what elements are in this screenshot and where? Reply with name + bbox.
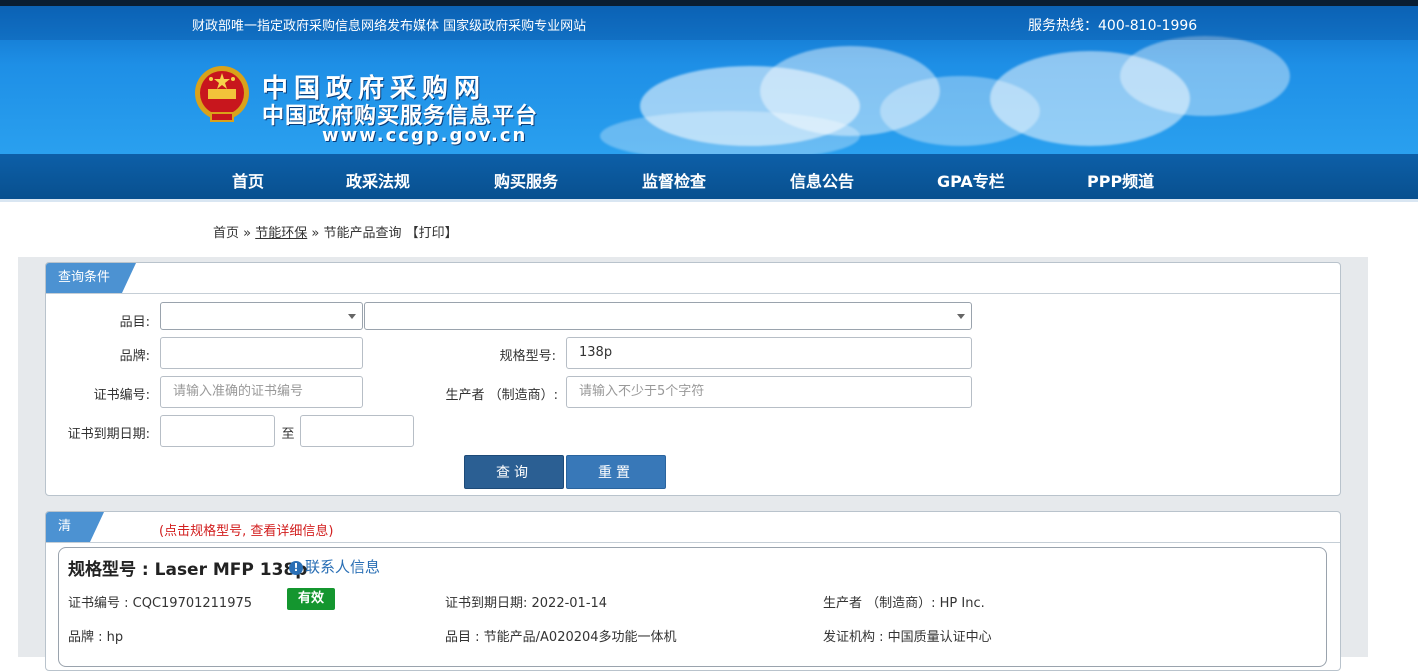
nav-gpa[interactable]: GPA专栏 <box>937 168 1005 192</box>
nav-supervision[interactable]: 监督检查 <box>642 168 706 192</box>
nav-home[interactable]: 首页 <box>232 168 264 192</box>
issuer-value: 发证机构 : 中国质量认证中心 <box>823 630 992 645</box>
national-emblem-icon <box>195 66 249 122</box>
breadcrumb: 首页 » 节能环保 » 节能产品查询 【打印】 <box>213 222 458 241</box>
top-info-bar: 财政部唯一指定政府采购信息网络发布媒体 国家级政府采购专业网站 服务热线：400… <box>0 6 1418 40</box>
print-link[interactable]: 【打印】 <box>406 226 458 241</box>
expiry-date-from-input[interactable] <box>160 415 275 447</box>
manufacturer-label: 生产者 （制造商）: <box>445 388 558 403</box>
contact-info-label: 联系人信息 <box>305 558 381 576</box>
category-select-primary[interactable] <box>160 302 363 330</box>
breadcrumb-separator: » <box>307 226 324 241</box>
category-select-secondary[interactable] <box>364 302 972 330</box>
product-model-title[interactable]: 规格型号 : Laser MFP 138p <box>68 555 307 580</box>
model-input[interactable]: 138p <box>566 337 972 369</box>
manufacturer-input[interactable]: 请输入不少于5个字符 <box>566 376 972 408</box>
expiry-date-label: 证书到期日期: <box>67 427 150 442</box>
expiry-date-to-input[interactable] <box>300 415 414 447</box>
cloud-decoration <box>1120 36 1290 116</box>
chevron-down-icon <box>348 314 356 319</box>
brand-label: 品牌: <box>119 349 150 364</box>
status-badge: 有效 <box>287 588 335 610</box>
panel-divider <box>46 542 1340 543</box>
nav-purchase-services[interactable]: 购买服务 <box>494 168 558 192</box>
site-slogan: 财政部唯一指定政府采购信息网络发布媒体 国家级政府采购专业网站 <box>192 19 587 34</box>
results-hint: (点击规格型号, 查看详细信息) <box>159 524 334 539</box>
query-panel: 查询条件 品目: 品牌: 规格型号: 138p 证书编号: 请输入准确的证书编号… <box>45 262 1341 496</box>
service-hotline: 服务热线：400-810-1996 <box>1028 18 1198 34</box>
main-nav: 首页 政采法规 购买服务 监督检查 信息公告 GPA专栏 PPP频道 <box>0 154 1418 202</box>
reset-button[interactable]: 重置 <box>566 455 666 489</box>
chevron-down-icon <box>957 314 965 319</box>
results-panel-tab: 清单 <box>46 512 104 564</box>
breadcrumb-current: 节能产品查询 <box>323 226 402 241</box>
model-label: 规格型号: <box>499 349 556 364</box>
contact-info-link[interactable]: ! 联系人信息 <box>289 556 380 577</box>
site-url: www.ccgp.gov.cn <box>322 125 528 146</box>
search-button[interactable]: 查询 <box>464 455 564 489</box>
breadcrumb-separator: » <box>239 226 256 241</box>
panel-divider <box>46 293 1340 294</box>
nav-announcements[interactable]: 信息公告 <box>790 168 854 192</box>
brand-value: 品牌 : hp <box>68 630 124 645</box>
site-header: 财政部唯一指定政府采购信息网络发布媒体 国家级政府采购专业网站 服务热线：400… <box>0 6 1418 154</box>
category-label: 品目: <box>119 315 150 330</box>
cloud-decoration <box>600 111 860 154</box>
nav-ppp[interactable]: PPP频道 <box>1087 168 1154 192</box>
expiry-date-value: 证书到期日期: 2022-01-14 <box>445 596 608 611</box>
cert-number-value: 证书编号 : CQC19701211975 <box>68 596 253 611</box>
query-panel-tab: 查询条件 <box>46 263 137 293</box>
nav-regulations[interactable]: 政采法规 <box>346 168 410 192</box>
category-value: 品目 : 节能产品/A020204多功能一体机 <box>445 630 677 645</box>
result-card: 规格型号 : Laser MFP 138p ! 联系人信息 证书编号 : CQC1… <box>58 547 1327 667</box>
breadcrumb-home[interactable]: 首页 <box>213 226 239 241</box>
info-icon: ! <box>289 561 303 575</box>
manufacturer-value: 生产者 （制造商）: HP Inc. <box>823 596 985 611</box>
brand-input[interactable] <box>160 337 363 369</box>
cert-number-input[interactable]: 请输入准确的证书编号 <box>160 376 363 408</box>
date-range-to-label: 至 <box>281 427 295 442</box>
breadcrumb-energy-link[interactable]: 节能环保 <box>255 226 307 241</box>
cert-number-label: 证书编号: <box>93 388 150 403</box>
